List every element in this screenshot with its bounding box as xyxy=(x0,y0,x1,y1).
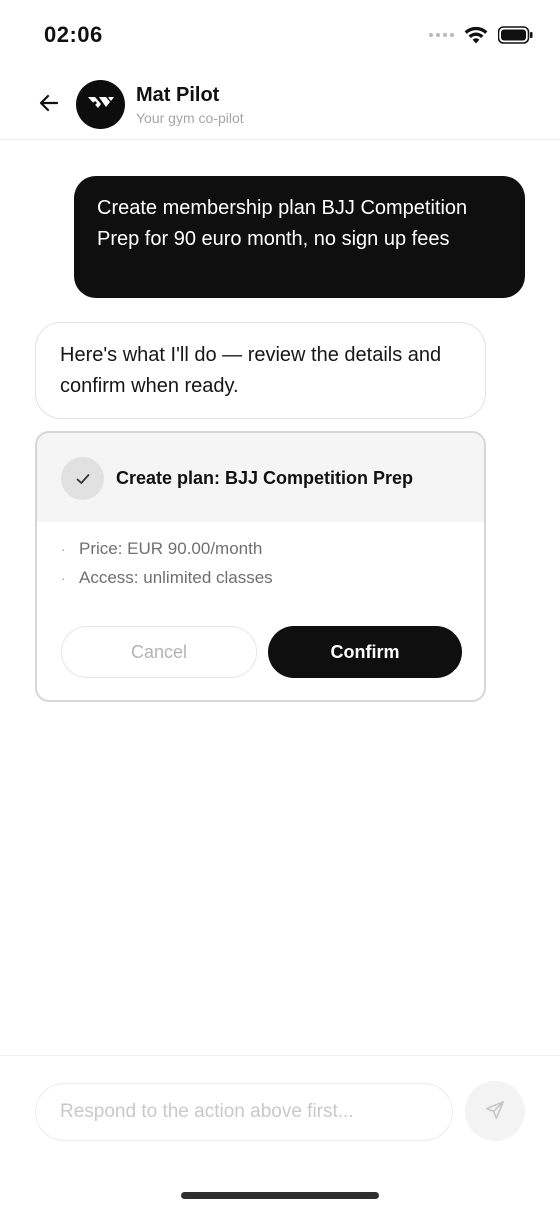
cellular-signal-icon xyxy=(429,33,454,37)
status-time: 02:06 xyxy=(44,22,103,47)
battery-icon xyxy=(498,26,534,44)
confirm-button[interactable]: Confirm xyxy=(268,626,462,678)
home-indicator[interactable] xyxy=(181,1192,379,1199)
chat-header: Mat Pilot Your gym co-pilot xyxy=(0,72,560,140)
assistant-name: Mat Pilot xyxy=(136,84,220,106)
message-composer xyxy=(0,1055,560,1155)
plan-detail-text: Price: EUR 90.00/month xyxy=(79,539,263,558)
action-card: Create plan: BJJ Competition Prep · Pric… xyxy=(35,431,486,702)
status-indicators xyxy=(429,26,534,44)
avatar xyxy=(76,80,125,129)
action-card-title: Create plan: BJJ Competition Prep xyxy=(116,468,414,488)
message-input[interactable] xyxy=(35,1083,453,1141)
cancel-button[interactable]: Cancel xyxy=(61,626,257,678)
action-card-header: Create plan: BJJ Competition Prep xyxy=(37,433,484,522)
chat-screen: 02:06 Mat Pilot Your gym co-pilot Create… xyxy=(0,0,560,1212)
back-button[interactable] xyxy=(32,88,66,122)
arrow-left-icon xyxy=(37,91,61,120)
plan-detail-text: Access: unlimited classes xyxy=(79,568,273,587)
plan-details: · Price: EUR 90.00/month · Access: unlim… xyxy=(61,537,273,595)
user-message: Create membership plan BJJ Competition P… xyxy=(74,176,525,298)
check-icon xyxy=(61,457,104,500)
plan-detail-price: · Price: EUR 90.00/month xyxy=(61,537,273,566)
send-icon xyxy=(484,1099,506,1124)
assistant-tagline: Your gym co-pilot xyxy=(136,110,244,126)
status-bar: 02:06 xyxy=(0,0,560,72)
bullet: · xyxy=(61,541,66,557)
wifi-icon xyxy=(464,26,488,44)
bullet: · xyxy=(61,570,66,586)
assistant-message: Here's what I'll do — review the details… xyxy=(35,322,486,419)
mat-pilot-logo-icon xyxy=(86,93,116,116)
send-button[interactable] xyxy=(465,1081,525,1141)
plan-detail-access: · Access: unlimited classes xyxy=(61,566,273,595)
